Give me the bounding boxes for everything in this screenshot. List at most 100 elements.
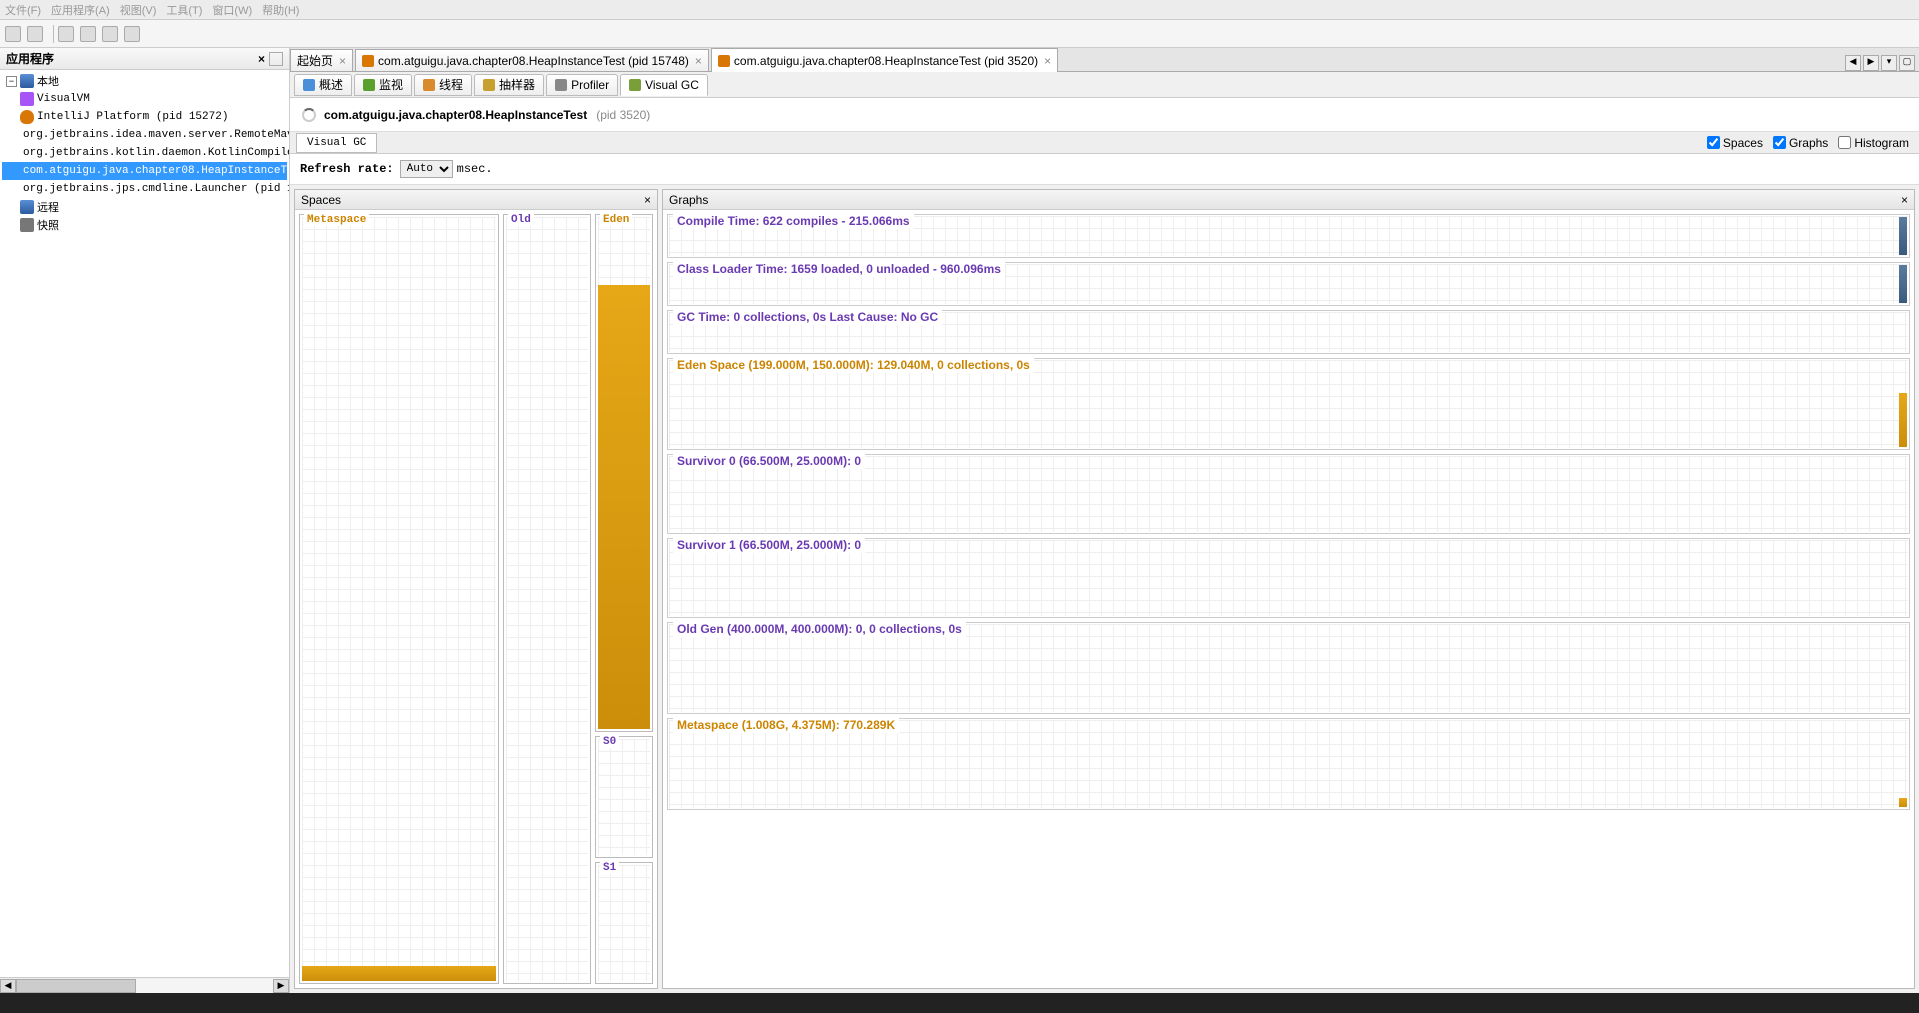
- tab-close-icon[interactable]: ×: [695, 54, 702, 68]
- tab-nav: ◀ ▶ ▾ ▢: [1843, 55, 1919, 71]
- tree-item[interactable]: org.jetbrains.jps.cmdline.Launcher (pid …: [2, 180, 287, 198]
- snapshot-icon: [20, 218, 34, 232]
- tab-close-icon[interactable]: ×: [339, 54, 346, 68]
- graph-title: GC Time: 0 collections, 0s Last Cause: N…: [673, 310, 942, 325]
- menu-tools[interactable]: 工具(T): [166, 2, 202, 18]
- grid: [598, 739, 650, 855]
- subtab-label: 概述: [319, 76, 343, 93]
- graph-title: Survivor 1 (66.500M, 25.000M): 0: [673, 538, 865, 553]
- overview-icon: [303, 79, 315, 91]
- save-icon[interactable]: [27, 26, 43, 42]
- graph-gc: GC Time: 0 collections, 0s Last Cause: N…: [667, 310, 1910, 354]
- menu-bar: 文件(F) 应用程序(A) 视图(V) 工具(T) 窗口(W) 帮助(H): [0, 0, 1919, 20]
- graph-oldgen: Old Gen (400.000M, 400.000M): 0, 0 colle…: [667, 622, 1910, 714]
- menu-view[interactable]: 视图(V): [120, 2, 157, 18]
- java-icon: [362, 55, 374, 67]
- view-tabs: 概述 监视 线程 抽样器 Profiler Visual GC: [290, 72, 1919, 98]
- panel-close-icon[interactable]: ×: [1901, 193, 1908, 207]
- check-spaces[interactable]: Spaces: [1707, 136, 1763, 150]
- check-histogram[interactable]: Histogram: [1838, 136, 1909, 150]
- tree-snapshots[interactable]: − 快照: [2, 216, 287, 234]
- graph-metaspace: Metaspace (1.008G, 4.375M): 770.289K: [667, 718, 1910, 810]
- panel-title: Spaces: [301, 193, 341, 207]
- scroll-right-icon[interactable]: ▶: [273, 979, 289, 993]
- menu-file[interactable]: 文件(F): [5, 2, 41, 18]
- eden-box: Eden: [595, 214, 653, 732]
- menu-window[interactable]: 窗口(W): [212, 2, 252, 18]
- grid: [669, 720, 1908, 808]
- subtab-threads[interactable]: 线程: [414, 74, 472, 96]
- sidebar-min-icon[interactable]: [269, 52, 283, 66]
- inner-tab-visualgc[interactable]: Visual GC: [296, 133, 377, 153]
- check-label: Spaces: [1723, 136, 1763, 150]
- collapse-icon[interactable]: −: [6, 76, 17, 87]
- subtab-sampler[interactable]: 抽样器: [474, 74, 544, 96]
- space-label: Metaspace: [304, 214, 369, 226]
- check-spaces-input[interactable]: [1707, 136, 1720, 149]
- tab-max-icon[interactable]: ▢: [1899, 55, 1915, 71]
- space-label: Old: [508, 214, 534, 226]
- tree-label: org.jetbrains.kotlin.daemon.KotlinCompil…: [23, 147, 289, 159]
- graphs-body: Compile Time: 622 compiles - 215.066ms C…: [663, 210, 1914, 988]
- tree-item[interactable]: org.jetbrains.kotlin.daemon.KotlinCompil…: [2, 144, 287, 162]
- process-pid: (pid 3520): [596, 108, 650, 122]
- col-old: Old: [503, 214, 591, 984]
- threaddump-icon[interactable]: [102, 26, 118, 42]
- tab-start[interactable]: 起始页 ×: [290, 49, 353, 71]
- tab-app1[interactable]: com.atguigu.java.chapter08.HeapInstanceT…: [355, 49, 709, 71]
- panel-close-icon[interactable]: ×: [644, 193, 651, 207]
- sidebar: 应用程序 × − 本地 VisualVM IntelliJ Platform (…: [0, 48, 290, 993]
- graph-title: Compile Time: 622 compiles - 215.066ms: [673, 214, 914, 229]
- subtab-profiler[interactable]: Profiler: [546, 74, 618, 96]
- main-area: 应用程序 × − 本地 VisualVM IntelliJ Platform (…: [0, 48, 1919, 993]
- plugin-icon[interactable]: [80, 26, 96, 42]
- tree-item[interactable]: IntelliJ Platform (pid 15272): [2, 108, 287, 126]
- space-label: S1: [600, 862, 619, 874]
- snapshot-icon[interactable]: [58, 26, 74, 42]
- refresh-select[interactable]: Auto: [400, 160, 453, 178]
- tab-prev-icon[interactable]: ◀: [1845, 55, 1861, 71]
- check-hist-input[interactable]: [1838, 136, 1851, 149]
- separator: [53, 25, 54, 43]
- scroll-track[interactable]: [16, 979, 273, 993]
- sampler-icon: [483, 79, 495, 91]
- subtab-overview[interactable]: 概述: [294, 74, 352, 96]
- menu-help[interactable]: 帮助(H): [262, 2, 299, 18]
- content-area: 起始页 × com.atguigu.java.chapter08.HeapIns…: [290, 48, 1919, 993]
- subtab-label: 抽样器: [499, 76, 535, 93]
- tree-local[interactable]: − 本地: [2, 72, 287, 90]
- col-metaspace: Metaspace: [299, 214, 499, 984]
- scroll-left-icon[interactable]: ◀: [0, 979, 16, 993]
- tab-app2-active[interactable]: com.atguigu.java.chapter08.HeapInstanceT…: [711, 48, 1058, 72]
- tab-list-icon[interactable]: ▾: [1881, 55, 1897, 71]
- tab-next-icon[interactable]: ▶: [1863, 55, 1879, 71]
- monitor-icon: [363, 79, 375, 91]
- tree-remote[interactable]: − 远程: [2, 198, 287, 216]
- space-label: S0: [600, 736, 619, 748]
- scroll-thumb[interactable]: [16, 979, 136, 993]
- menu-app[interactable]: 应用程序(A): [51, 2, 110, 18]
- graph-title: Old Gen (400.000M, 400.000M): 0, 0 colle…: [673, 622, 966, 637]
- graphs-header: Graphs ×: [663, 190, 1914, 210]
- refresh-label: Refresh rate:: [300, 162, 394, 176]
- open-icon[interactable]: [5, 26, 21, 42]
- subtab-monitor[interactable]: 监视: [354, 74, 412, 96]
- tab-close-icon[interactable]: ×: [1044, 54, 1051, 68]
- sidebar-close-icon[interactable]: ×: [258, 52, 265, 66]
- tree-item[interactable]: VisualVM: [2, 90, 287, 108]
- process-class: com.atguigu.java.chapter08.HeapInstanceT…: [324, 108, 587, 122]
- sidebar-header: 应用程序 ×: [0, 48, 289, 70]
- tree-item[interactable]: org.jetbrains.idea.maven.server.RemoteMa…: [2, 126, 287, 144]
- check-graphs[interactable]: Graphs: [1773, 136, 1828, 150]
- metaspace-box: Metaspace: [299, 214, 499, 984]
- check-label: Graphs: [1789, 136, 1828, 150]
- panels-row: Spaces × Metaspace Old: [290, 185, 1919, 993]
- metaspace-fill: [302, 966, 496, 981]
- subtab-label: 监视: [379, 76, 403, 93]
- heapdump-icon[interactable]: [124, 26, 140, 42]
- subtab-visualgc-active[interactable]: Visual GC: [620, 74, 708, 96]
- process-title-row: com.atguigu.java.chapter08.HeapInstanceT…: [290, 98, 1919, 132]
- check-graphs-input[interactable]: [1773, 136, 1786, 149]
- sidebar-hscroll[interactable]: ◀ ▶: [0, 977, 289, 993]
- tree-item-selected[interactable]: com.atguigu.java.chapter08.HeapInstanceT…: [2, 162, 287, 180]
